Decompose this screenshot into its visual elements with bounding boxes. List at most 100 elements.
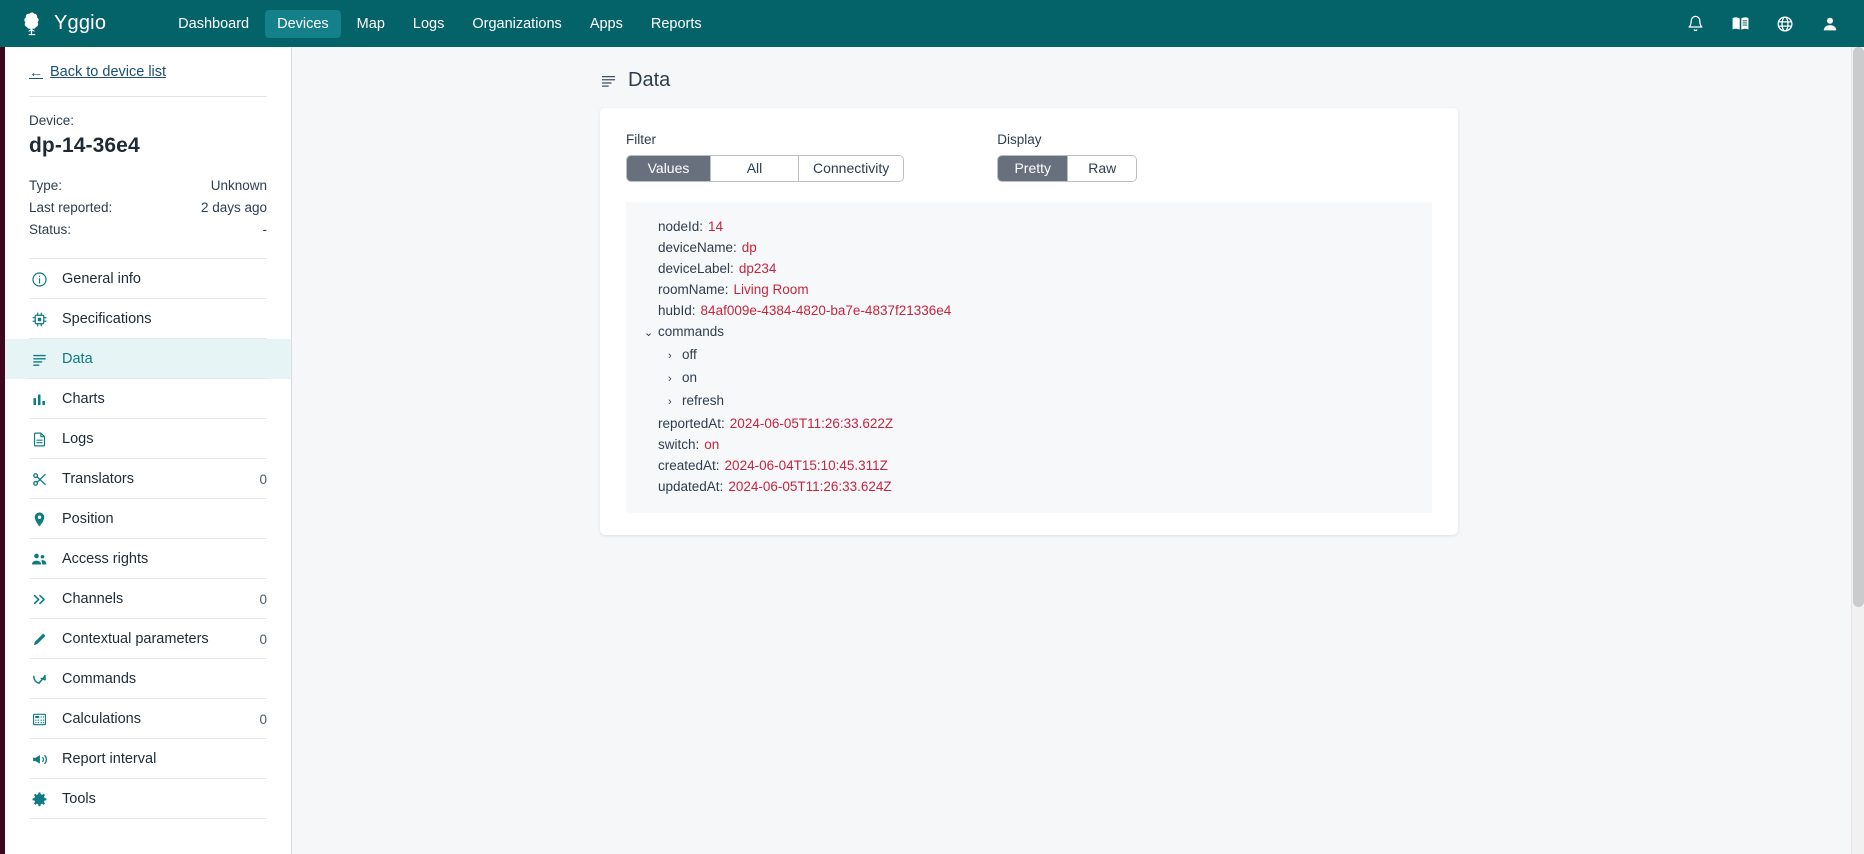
- json-row-createdat: createdAt: 2024-06-04T15:10:45.311Z: [644, 455, 1414, 476]
- json-row-commands[interactable]: ⌄ commands: [644, 321, 1414, 344]
- sidebar-item-count: 0: [259, 631, 267, 647]
- data-card: Filter Values All Connectivity Display P…: [600, 108, 1458, 535]
- lines-icon: [29, 351, 49, 368]
- display-option-raw[interactable]: Raw: [1068, 156, 1137, 181]
- filter-option-connectivity[interactable]: Connectivity: [799, 156, 904, 181]
- filter-label: Filter: [626, 132, 656, 147]
- page-shell: ← Back to device list Device: dp-14-36e4…: [0, 47, 1864, 854]
- json-key: reportedAt:: [658, 416, 725, 431]
- bar-chart-icon: [29, 391, 49, 408]
- sidebar-item-position[interactable]: Position: [5, 499, 291, 539]
- back-to-device-list-link[interactable]: ← Back to device list: [29, 64, 166, 80]
- nav-link-apps[interactable]: Apps: [578, 10, 635, 38]
- sidebar-item-data[interactable]: Data: [5, 339, 291, 379]
- arrow-turn-icon: [29, 671, 49, 688]
- filter-option-values[interactable]: Values: [627, 156, 711, 181]
- chevron-right-icon[interactable]: ›: [668, 392, 682, 413]
- double-chevron-right-icon: [29, 591, 49, 608]
- json-key: updatedAt:: [658, 479, 724, 494]
- user-icon[interactable]: [1820, 14, 1840, 34]
- nav-link-organizations[interactable]: Organizations: [460, 10, 573, 38]
- display-label: Display: [997, 132, 1042, 147]
- display-option-pretty[interactable]: Pretty: [998, 156, 1069, 181]
- chevron-right-icon[interactable]: ›: [668, 346, 682, 367]
- json-row-commands-on[interactable]: › on: [644, 367, 1414, 390]
- sidebar-item-commands[interactable]: Commands: [5, 659, 291, 699]
- gear-icon: [29, 791, 49, 808]
- json-value: 84af009e-4384-4820-ba7e-4837f21336e4: [700, 303, 952, 318]
- json-value: dp234: [738, 261, 777, 276]
- json-key: deviceName:: [658, 240, 737, 255]
- device-sidebar: ← Back to device list Device: dp-14-36e4…: [5, 47, 292, 854]
- calculator-icon: [29, 711, 49, 728]
- filter-option-all[interactable]: All: [711, 156, 799, 181]
- globe-icon[interactable]: [1775, 14, 1795, 34]
- json-key: createdAt:: [658, 458, 720, 473]
- device-caption: Device:: [29, 113, 75, 128]
- pencil-icon: [29, 631, 49, 648]
- json-key: off: [682, 347, 697, 362]
- nav-link-dashboard[interactable]: Dashboard: [166, 10, 261, 38]
- meta-value: Unknown: [210, 178, 267, 193]
- primary-nav: Dashboard Devices Map Logs Organizations…: [166, 9, 714, 38]
- json-key: nodeId:: [658, 219, 704, 234]
- chevron-right-icon[interactable]: ›: [668, 369, 682, 390]
- filter-button-group: Values All Connectivity: [626, 155, 905, 182]
- sidebar-item-logs[interactable]: Logs: [5, 419, 291, 459]
- sidebar-item-calculations[interactable]: Calculations 0: [5, 699, 291, 739]
- page-header: Data: [600, 69, 1864, 92]
- sidebar-item-label: Report interval: [62, 751, 157, 767]
- scrollbar-thumb[interactable]: [1853, 47, 1864, 607]
- sidebar-item-label: Translators: [62, 471, 134, 487]
- book-icon[interactable]: [1730, 14, 1750, 34]
- meta-label: Last reported:: [29, 200, 113, 215]
- sidebar-item-general-info[interactable]: General info: [5, 259, 291, 299]
- display-button-group: Pretty Raw: [997, 155, 1138, 182]
- sidebar-item-specifications[interactable]: Specifications: [5, 299, 291, 339]
- people-icon: [29, 550, 49, 568]
- sidebar-item-label: Commands: [62, 671, 137, 687]
- json-key: hubId:: [658, 303, 696, 318]
- sidebar-item-translators[interactable]: Translators 0: [5, 459, 291, 499]
- json-value: 2024-06-05T11:26:33.624Z: [728, 479, 892, 494]
- tree-icon: [19, 11, 45, 37]
- sidebar-item-count: 0: [259, 711, 267, 727]
- sidebar-item-label: Contextual parameters: [62, 631, 209, 647]
- page-title: Data: [628, 69, 671, 91]
- sidebar-item-access-rights[interactable]: Access rights: [5, 539, 291, 579]
- json-row-updatedat: updatedAt: 2024-06-05T11:26:33.624Z: [644, 476, 1414, 497]
- chevron-down-icon[interactable]: ⌄: [644, 323, 658, 344]
- sidebar-item-label: Data: [62, 351, 93, 367]
- json-value: dp: [741, 240, 757, 255]
- sidebar-item-contextual-parameters[interactable]: Contextual parameters 0: [5, 619, 291, 659]
- scissors-icon: [29, 471, 49, 488]
- sidebar-item-label: Calculations: [62, 711, 141, 727]
- json-row-roomname: roomName: Living Room: [644, 279, 1414, 300]
- brand-logo-link[interactable]: Yggio: [19, 11, 106, 37]
- device-nav-menu: General info Specifications Data Charts …: [5, 259, 291, 819]
- nav-link-logs[interactable]: Logs: [401, 10, 456, 38]
- json-key: deviceLabel:: [658, 261, 734, 276]
- info-circle-icon: [29, 271, 49, 288]
- page-scrollbar[interactable]: [1851, 47, 1864, 854]
- nav-link-reports[interactable]: Reports: [639, 10, 714, 38]
- arrow-left-icon: ←: [29, 64, 43, 80]
- sidebar-item-tools[interactable]: Tools: [5, 779, 291, 819]
- nav-link-map[interactable]: Map: [345, 10, 397, 38]
- device-meta-list: Type: Unknown Last reported: 2 days ago …: [29, 176, 267, 242]
- json-key: on: [682, 370, 698, 385]
- sidebar-item-report-interval[interactable]: Report interval: [5, 739, 291, 779]
- bell-icon[interactable]: [1685, 14, 1705, 34]
- json-row-reportedat: reportedAt: 2024-06-05T11:26:33.622Z: [644, 413, 1414, 434]
- sidebar-item-label: Access rights: [62, 551, 149, 567]
- chip-icon: [29, 311, 49, 328]
- json-row-commands-refresh[interactable]: › refresh: [644, 390, 1414, 413]
- json-row-commands-off[interactable]: › off: [644, 344, 1414, 367]
- sidebar-item-charts[interactable]: Charts: [5, 379, 291, 419]
- nav-link-devices[interactable]: Devices: [265, 9, 341, 38]
- json-key: roomName:: [658, 282, 729, 297]
- megaphone-icon: [29, 751, 49, 768]
- sidebar-item-channels[interactable]: Channels 0: [5, 579, 291, 619]
- json-value: 2024-06-04T15:10:45.311Z: [724, 458, 888, 473]
- main-inner: Data Filter Values All Connectivity Disp…: [292, 47, 1864, 535]
